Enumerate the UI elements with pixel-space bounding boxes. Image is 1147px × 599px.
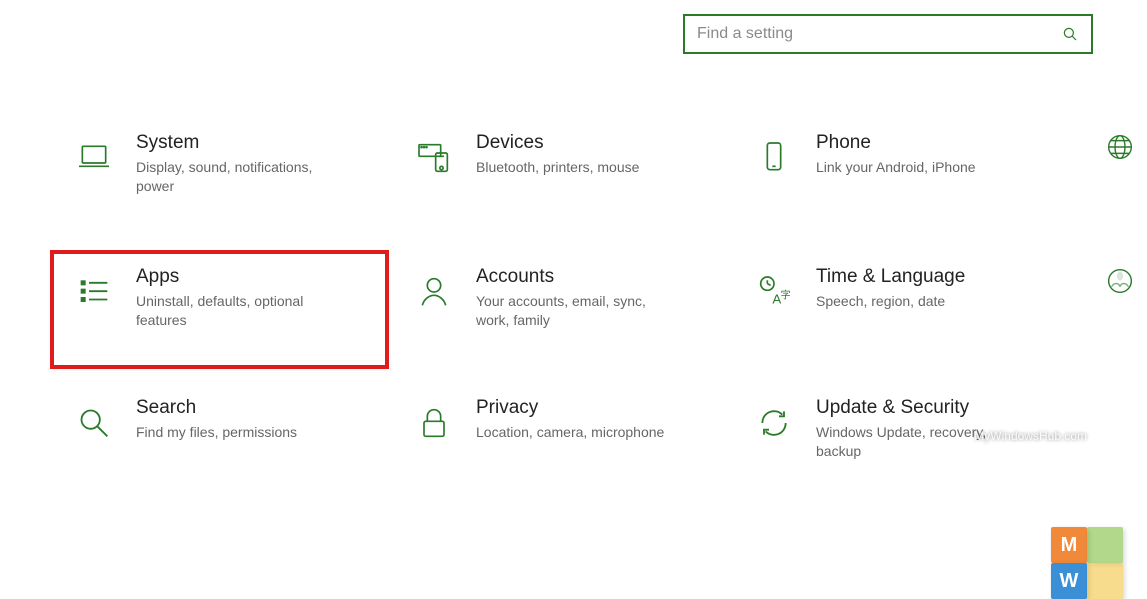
time-language-icon: A 字 — [750, 268, 798, 316]
tile-title: System — [136, 132, 375, 154]
tile-time-language[interactable]: A 字 Time & Language Speech, region, date — [732, 252, 1067, 367]
tile-title: Search — [136, 397, 375, 419]
apps-icon — [70, 268, 118, 316]
lock-icon — [410, 399, 458, 447]
tile-privacy[interactable]: Privacy Location, camera, microphone — [392, 383, 727, 501]
svg-text:字: 字 — [781, 289, 791, 302]
tile-accounts[interactable]: Accounts Your accounts, email, sync, wor… — [392, 252, 727, 367]
tile-desc: Location, camera, microphone — [476, 423, 676, 442]
tile-title: Devices — [476, 132, 715, 154]
magnify-icon — [70, 399, 118, 447]
search-icon — [1061, 25, 1079, 43]
tile-search[interactable]: Search Find my files, permissions — [52, 383, 387, 501]
tile-title: Time & Language — [816, 266, 1055, 288]
person-icon — [410, 268, 458, 316]
tile-desc: Display, sound, notifications, power — [136, 158, 336, 196]
network-icon[interactable] — [1103, 130, 1137, 164]
tile-desc: Speech, region, date — [816, 292, 1016, 311]
gaming-icon[interactable] — [1103, 264, 1137, 298]
phone-icon — [750, 134, 798, 182]
sync-icon — [750, 399, 798, 447]
tile-desc: Bluetooth, printers, mouse — [476, 158, 676, 177]
tile-title: Privacy — [476, 397, 715, 419]
laptop-icon — [70, 134, 118, 182]
tile-desc: Uninstall, defaults, optional features — [136, 292, 336, 330]
search-box[interactable] — [683, 14, 1093, 54]
tile-desc: Link your Android, iPhone — [816, 158, 1016, 177]
tile-desc: Find my files, permissions — [136, 423, 336, 442]
tile-phone[interactable]: Phone Link your Android, iPhone — [732, 118, 1067, 236]
tile-desc: Your accounts, email, sync, work, family — [476, 292, 676, 330]
tile-update-security[interactable]: Update & Security Windows Update, recove… — [732, 383, 1067, 501]
search-input[interactable] — [685, 16, 1091, 52]
tile-devices[interactable]: Devices Bluetooth, printers, mouse — [392, 118, 727, 236]
search-button[interactable] — [1057, 21, 1083, 47]
tile-title: Apps — [136, 266, 375, 288]
tile-title: Phone — [816, 132, 1055, 154]
tile-system[interactable]: System Display, sound, notifications, po… — [52, 118, 387, 236]
tile-title: Update & Security — [816, 397, 1055, 419]
settings-grid: System Display, sound, notifications, po… — [52, 118, 1134, 501]
devices-icon — [410, 134, 458, 182]
tile-title: Accounts — [476, 266, 715, 288]
tile-apps[interactable]: Apps Uninstall, defaults, optional featu… — [52, 252, 387, 367]
tile-desc: Windows Update, recovery, backup — [816, 423, 1016, 461]
